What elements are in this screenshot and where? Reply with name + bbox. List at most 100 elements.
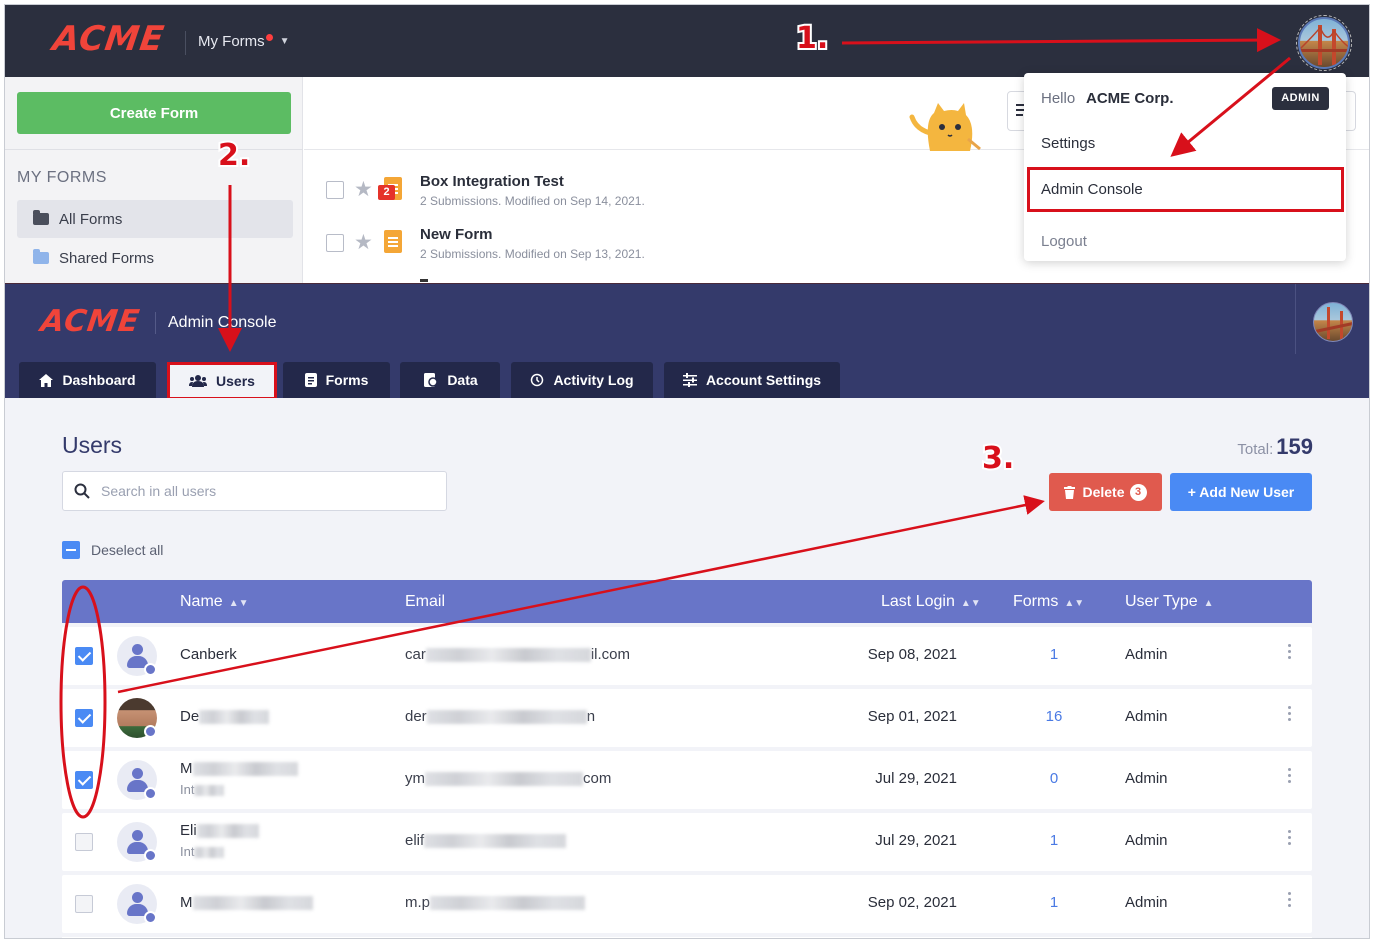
star-icon[interactable]: ★ [354,230,373,255]
forms-count-link[interactable]: 1 [1024,646,1084,663]
forms-count-link[interactable]: 1 [1024,894,1084,911]
acme-logo[interactable]: ACME [50,19,167,59]
form-checkbox[interactable] [326,234,344,252]
acme-logo[interactable]: ACME [39,304,143,339]
forms-count-link[interactable]: 0 [1024,770,1084,787]
selected-count-badge: 3 [1129,483,1147,501]
tab-dashboard[interactable]: Dashboard [19,362,156,398]
column-label: User Type [1125,593,1198,610]
tab-data[interactable]: Data [400,362,500,398]
screenshot-frame: ACME My Forms ▼ Create Form MY FORMS All… [4,4,1370,939]
email-visible-start: ym [405,770,425,787]
form-subtitle: 2 Submissions. Modified on Sep 13, 2021. [420,247,645,261]
more-options-icon[interactable] [1288,892,1292,912]
folder-label: Shared Forms [59,249,155,267]
redacted-blur [430,896,586,911]
user-avatar[interactable] [1313,302,1353,342]
my-forms-nav[interactable]: My Forms ▼ [198,33,290,50]
table-continuation [62,937,1312,938]
user-email: der n [405,708,595,725]
bridge-photo [1314,307,1352,339]
sliders-icon [682,373,697,387]
user-name[interactable]: Eli [180,822,259,839]
more-options-icon[interactable] [1288,644,1292,664]
table-row[interactable]: De der n Sep 01, 2021 16 Admin [62,689,1312,747]
more-options-icon[interactable] [1288,706,1292,726]
user-type: Admin [1125,832,1168,849]
user-subtitle: Int [180,782,225,797]
user-type: Admin [1125,770,1168,787]
table-row[interactable]: Canberk car il.com Sep 08, 2021 1 Admin [62,627,1312,685]
column-header-name[interactable]: Name ▲▼ [180,593,248,611]
form-checkbox[interactable] [326,181,344,199]
folder-all-forms[interactable]: All Forms [17,200,293,238]
delete-button[interactable]: Delete 3 [1049,473,1162,511]
users-icon [189,375,208,387]
total-label: Total: [1237,441,1274,458]
form-list-item[interactable]: ★ New Form 2 Submissions. Modified on Se… [326,222,1026,270]
row-checkbox[interactable] [75,895,93,913]
user-name[interactable]: M [180,894,313,911]
add-new-user-button[interactable]: + Add New User [1170,473,1312,511]
role-badge: ADMIN [1272,87,1329,110]
greeting-text: Hello [1041,90,1076,107]
tab-label: Users [216,373,255,389]
search-input[interactable] [101,472,441,510]
avatar-dropdown-menu: Hello ACME Corp. ADMIN Settings Admin Co… [1024,73,1346,261]
user-avatar [117,884,157,924]
tab-account-settings[interactable]: Account Settings [664,362,840,398]
redacted-blur [196,824,259,839]
form-list-item[interactable]: ★ 2 Box Integration Test 2 Submissions. … [326,169,1026,217]
tab-label: Account Settings [705,372,822,388]
menu-item-logout[interactable]: Logout [1041,233,1087,250]
last-login: Sep 08, 2021 [867,646,957,663]
folder-shared-forms[interactable]: Shared Forms [17,239,293,277]
user-email: ym com [405,770,611,787]
forms-count-link[interactable]: 16 [1024,708,1084,725]
tab-activity-log[interactable]: Activity Log [511,362,653,398]
row-checkbox[interactable] [75,647,93,665]
user-type: Admin [1125,894,1168,911]
table-row[interactable]: Eli Int elif Jul 29, 2021 1 Admin [62,813,1312,871]
deselect-all[interactable]: Deselect all [62,541,163,559]
table-row[interactable]: M Int ym com Jul 29, 2021 0 Admin [62,751,1312,809]
menu-item-admin-console[interactable]: Admin Console [1027,167,1344,212]
my-forms-heading: MY FORMS [17,169,107,186]
email-visible-end: com [583,770,612,787]
user-avatar[interactable] [1296,15,1352,71]
name-visible: M [180,760,193,777]
tab-forms[interactable]: Forms [283,362,390,398]
tab-users[interactable]: Users [167,362,277,400]
form-title[interactable]: New Form [420,226,493,243]
menu-item-settings[interactable]: Settings [1041,135,1095,152]
row-checkbox[interactable] [75,709,93,727]
more-options-icon[interactable] [1288,768,1292,788]
forms-count-link[interactable]: 1 [1024,832,1084,849]
user-name[interactable]: De [180,708,270,725]
star-icon[interactable]: ★ [354,177,373,202]
column-label: Name [180,593,223,610]
user-name[interactable]: M [180,760,298,777]
column-label: Forms [1013,593,1059,610]
header-divider [155,312,156,334]
tab-label: Dashboard [62,372,136,388]
total-users: Total: 159 [1237,434,1313,460]
email-visible-start: elif [405,832,425,849]
user-email: m.p [405,894,586,911]
column-header-forms[interactable]: Forms ▲▼ [1013,593,1084,611]
deselect-checkbox[interactable] [62,541,80,559]
subtitle-visible: Int [180,844,195,859]
subtitle-visible: Int [180,782,195,797]
form-subtitle: 2 Submissions. Modified on Sep 14, 2021. [420,194,645,208]
form-title[interactable]: Box Integration Test [420,173,564,190]
more-options-icon[interactable] [1288,830,1292,850]
folder-label: All Forms [59,210,123,228]
email-visible-start: m.p [405,894,431,911]
column-header-last-login[interactable]: Last Login ▲▼ [881,593,981,611]
create-form-button[interactable]: Create Form [17,92,291,134]
column-header-user-type[interactable]: User Type ▲ [1125,593,1214,611]
table-row[interactable]: M m.p Sep 02, 2021 1 Admin [62,875,1312,933]
user-name[interactable]: Canberk [180,646,237,663]
row-checkbox[interactable] [75,771,93,789]
row-checkbox[interactable] [75,833,93,851]
